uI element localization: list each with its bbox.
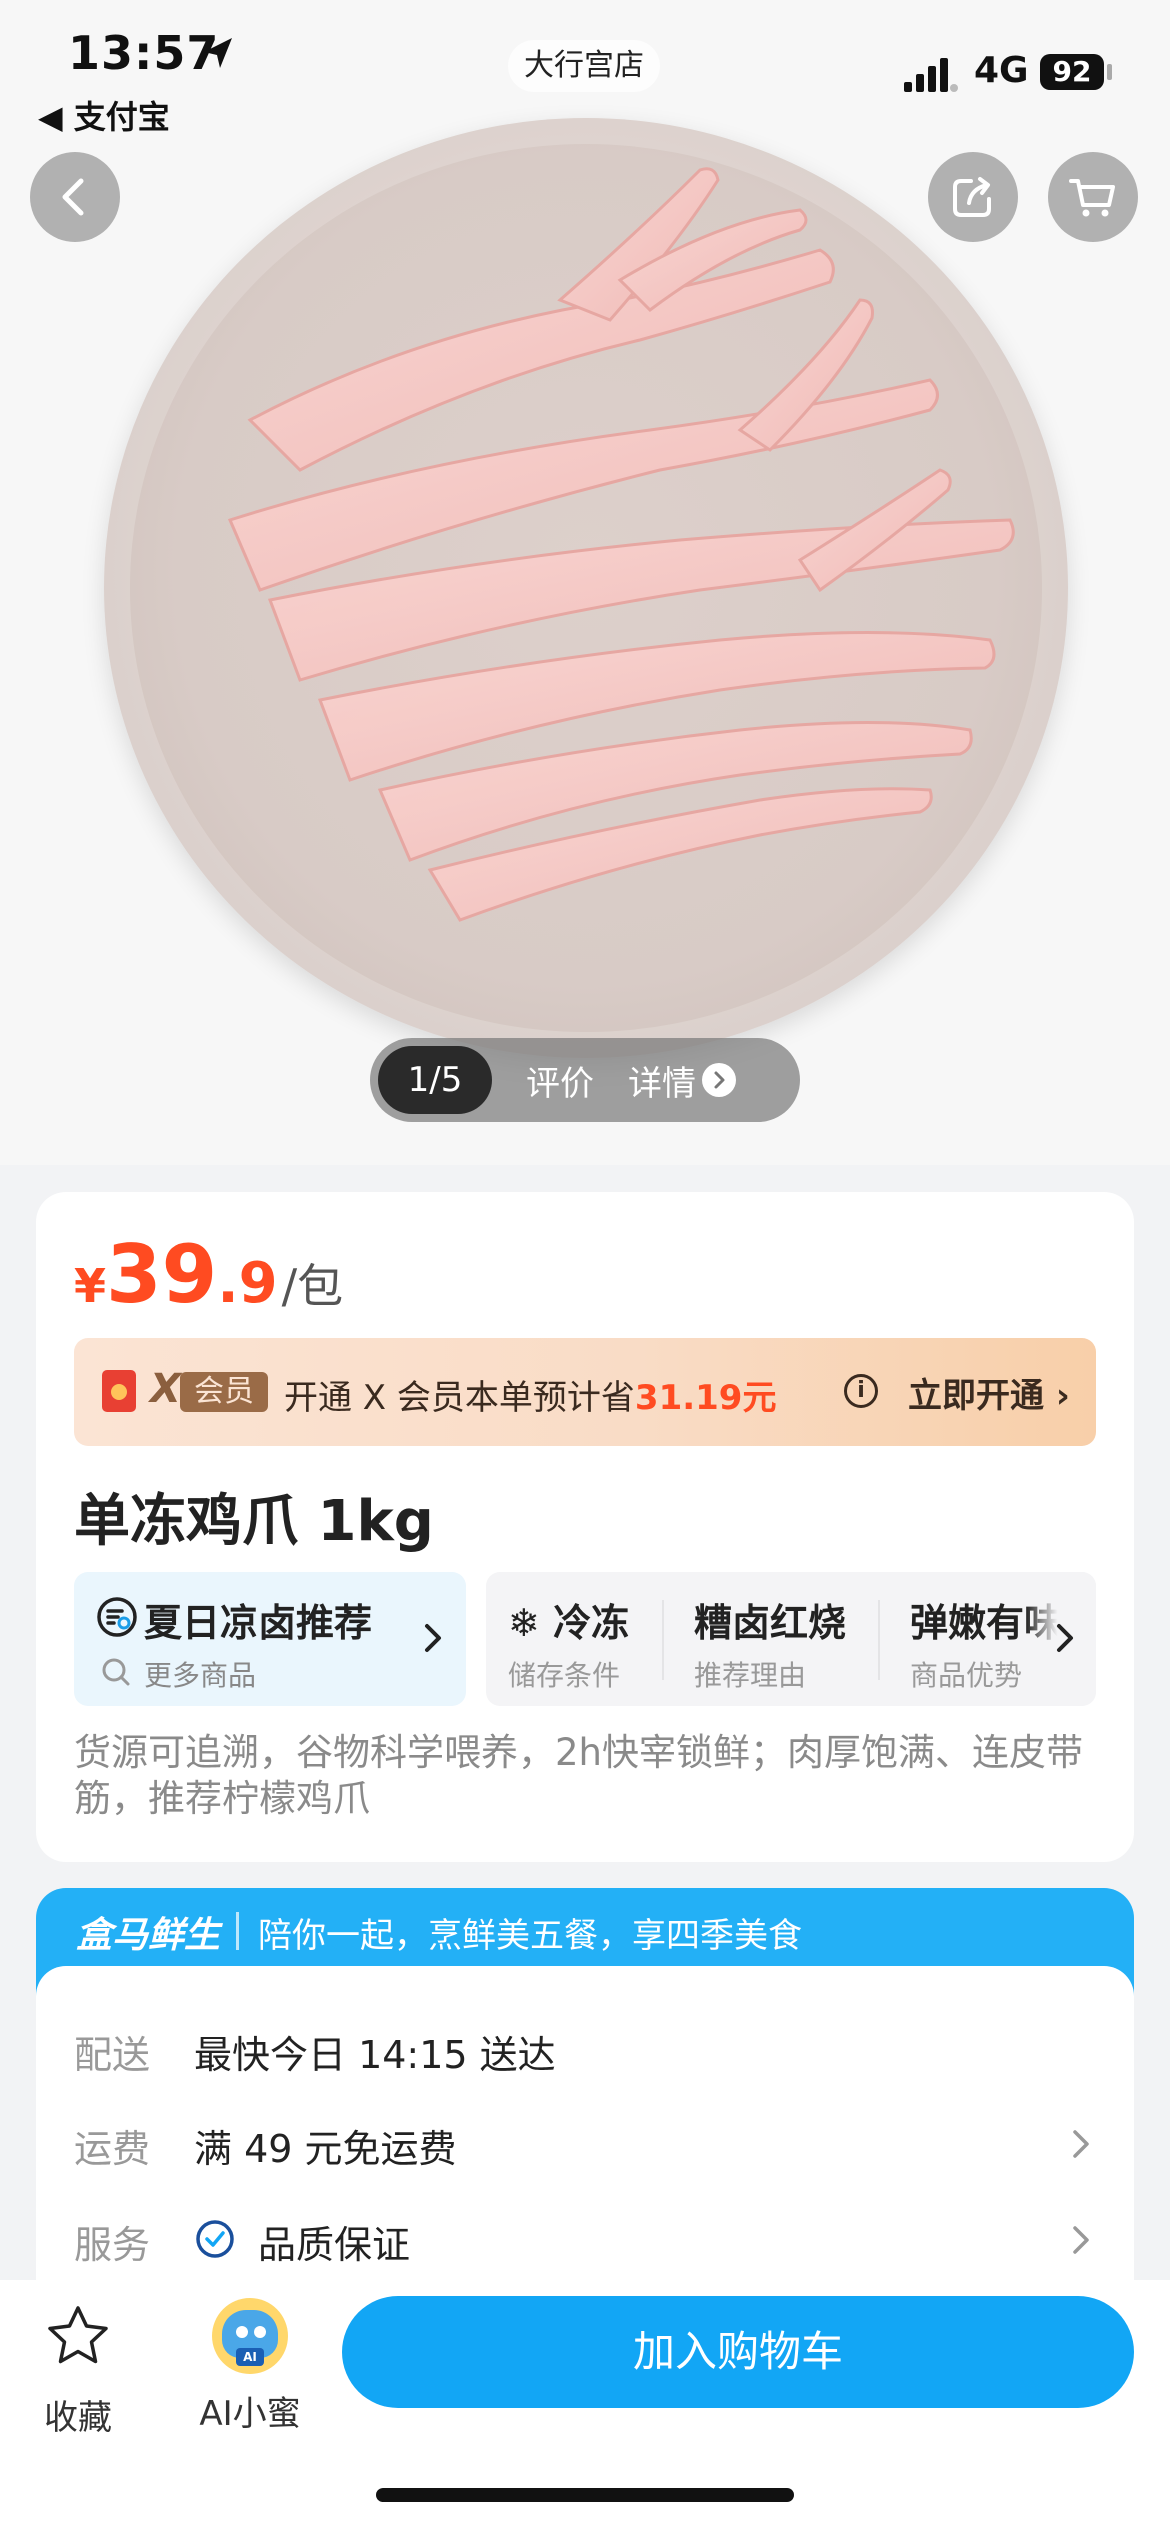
x-member-logo-tag: 会员 xyxy=(180,1372,268,1412)
info-icon[interactable]: i xyxy=(844,1374,878,1408)
brand-slogan: 陪你一起，烹鲜美五餐，享四季美食 xyxy=(258,1916,802,1956)
chevron-right-icon xyxy=(425,1624,441,1652)
red-envelope-icon xyxy=(102,1370,136,1412)
tab-reviews-label: 评价 xyxy=(526,1063,594,1104)
product-image-gallery[interactable]: 13:57 ◀ 支付宝 大行宫店 4G 92 1/5 评价 详情 xyxy=(0,0,1170,1165)
tab-details[interactable]: 详情 xyxy=(628,1056,736,1105)
attribute-key: 储存条件 xyxy=(508,1659,621,1692)
product-attributes[interactable]: ❄ 冷冻 储存条件 糟卤红烧 推荐理由 弹嫩有味 商品优势 xyxy=(486,1572,1096,1706)
product-info-card: ¥39.9/包 X 会员 开通 X 会员本单预计省31.19元 i 立即开通 ›… xyxy=(36,1192,1134,1862)
share-icon xyxy=(953,177,991,217)
vip-save-amount: 31.19元 xyxy=(634,1378,777,1418)
battery-indicator: 92 xyxy=(1040,54,1104,90)
ai-assistant-label: AI小蜜 xyxy=(199,2394,301,2434)
recommendation-title: 夏日凉卤推荐 xyxy=(144,1601,373,1645)
gallery-nav: 1/5 评价 详情 xyxy=(370,1038,800,1122)
delivery-value: 最快今日 14:15 送达 xyxy=(194,2033,556,2077)
tab-details-label: 详情 xyxy=(628,1063,696,1104)
battery-nub xyxy=(1107,64,1112,80)
chevron-right-icon xyxy=(1073,2130,1089,2158)
x-member-logo: X 会员 xyxy=(150,1366,268,1416)
back-button[interactable] xyxy=(30,152,120,242)
shipping-fee-value: 满 49 元免运费 xyxy=(194,2127,457,2171)
ai-badge: AI xyxy=(236,2348,264,2366)
attribute-key: 推荐理由 xyxy=(694,1659,807,1692)
vip-text-prefix: 开通 X 会员本单预计省 xyxy=(284,1378,635,1418)
chevron-right-icon xyxy=(1073,2226,1089,2254)
cellular-signal-icon xyxy=(904,58,958,92)
attribute-divider xyxy=(662,1600,664,1680)
service-panel: 盒马鲜生 陪你一起，烹鲜美五餐，享四季美食 配送 最快今日 14:15 送达 运… xyxy=(36,1888,1134,2348)
favorite-label: 收藏 xyxy=(44,2398,112,2438)
delivery-row: 配送 最快今日 14:15 送达 xyxy=(74,2018,1094,2078)
attribute-key: 商品优势 xyxy=(910,1659,1023,1692)
attribute-value: 糟卤红烧 xyxy=(694,1601,847,1645)
shopping-cart-icon xyxy=(1069,179,1115,217)
price-integer: 39 xyxy=(106,1228,218,1321)
status-time: 13:57 xyxy=(68,26,220,80)
tab-reviews[interactable]: 评价 xyxy=(526,1056,594,1105)
brand-name: 盒马鲜生 xyxy=(76,1915,221,1956)
recommendation-subtitle: 更多商品 xyxy=(144,1659,257,1692)
chevron-right-icon xyxy=(1057,1624,1073,1652)
network-type: 4G xyxy=(974,50,1029,91)
chevron-right-circle-icon xyxy=(702,1063,736,1097)
home-indicator[interactable] xyxy=(376,2488,794,2502)
cart-button[interactable] xyxy=(1048,152,1138,242)
shipping-fee-label: 运费 xyxy=(74,2127,151,2171)
product-description: 货源可追溯，谷物科学喂养，2h快宰锁鲜；肉厚饱满、连皮带筋，推荐柠檬鸡爪 xyxy=(74,1731,1083,1820)
service-guarantee-row[interactable]: 服务 品质保证 xyxy=(74,2208,1094,2268)
shipping-fee-row[interactable]: 运费 满 49 元免运费 xyxy=(74,2112,1094,2172)
price-unit: /包 xyxy=(281,1259,344,1313)
gallery-counter: 1/5 xyxy=(378,1046,492,1114)
recommendation-entry[interactable]: 夏日凉卤推荐 更多商品 xyxy=(74,1572,466,1706)
delivery-label: 配送 xyxy=(74,2033,151,2077)
attribute-divider xyxy=(878,1600,880,1680)
product-price: ¥39.9/包 xyxy=(74,1228,343,1321)
search-icon xyxy=(102,1658,130,1686)
vip-membership-banner[interactable]: X 会员 开通 X 会员本单预计省31.19元 i 立即开通 › xyxy=(74,1338,1096,1446)
status-bar: 13:57 ◀ 支付宝 大行宫店 4G 92 xyxy=(0,0,1170,140)
share-button[interactable] xyxy=(928,152,1018,242)
vip-savings-text: 开通 X 会员本单预计省31.19元 xyxy=(284,1370,776,1419)
brand-divider xyxy=(236,1912,239,1950)
store-name[interactable]: 大行宫店 xyxy=(508,40,660,92)
location-arrow-icon xyxy=(204,38,232,68)
star-icon xyxy=(48,2306,108,2364)
product-title: 单冻鸡爪 1kg xyxy=(74,1489,434,1554)
ai-assistant-button[interactable]: AI AI小蜜 xyxy=(196,2298,304,2435)
vip-open-button[interactable]: 立即开通 › xyxy=(908,1368,1070,1417)
product-detail-page: 13:57 ◀ 支付宝 大行宫店 4G 92 1/5 评价 详情 ¥39.9/包… xyxy=(0,0,1170,2532)
recommend-list-icon xyxy=(97,1597,137,1637)
back-to-app-link[interactable]: ◀ 支付宝 xyxy=(38,92,170,138)
price-decimal: .9 xyxy=(217,1251,278,1316)
check-circle-icon xyxy=(196,2220,234,2258)
x-member-logo-x: X xyxy=(150,1366,181,1412)
add-to-cart-button[interactable]: 加入购物车 xyxy=(342,2296,1134,2408)
favorite-button[interactable]: 收藏 xyxy=(36,2302,120,2439)
attribute-value: ❄ 冷冻 xyxy=(508,1601,630,1645)
service-value: 品质保证 xyxy=(258,2223,411,2267)
price-currency: ¥ xyxy=(74,1259,107,1313)
service-label: 服务 xyxy=(74,2223,151,2267)
ai-assistant-avatar-icon: AI xyxy=(212,2298,288,2374)
chevron-left-icon xyxy=(62,178,84,216)
